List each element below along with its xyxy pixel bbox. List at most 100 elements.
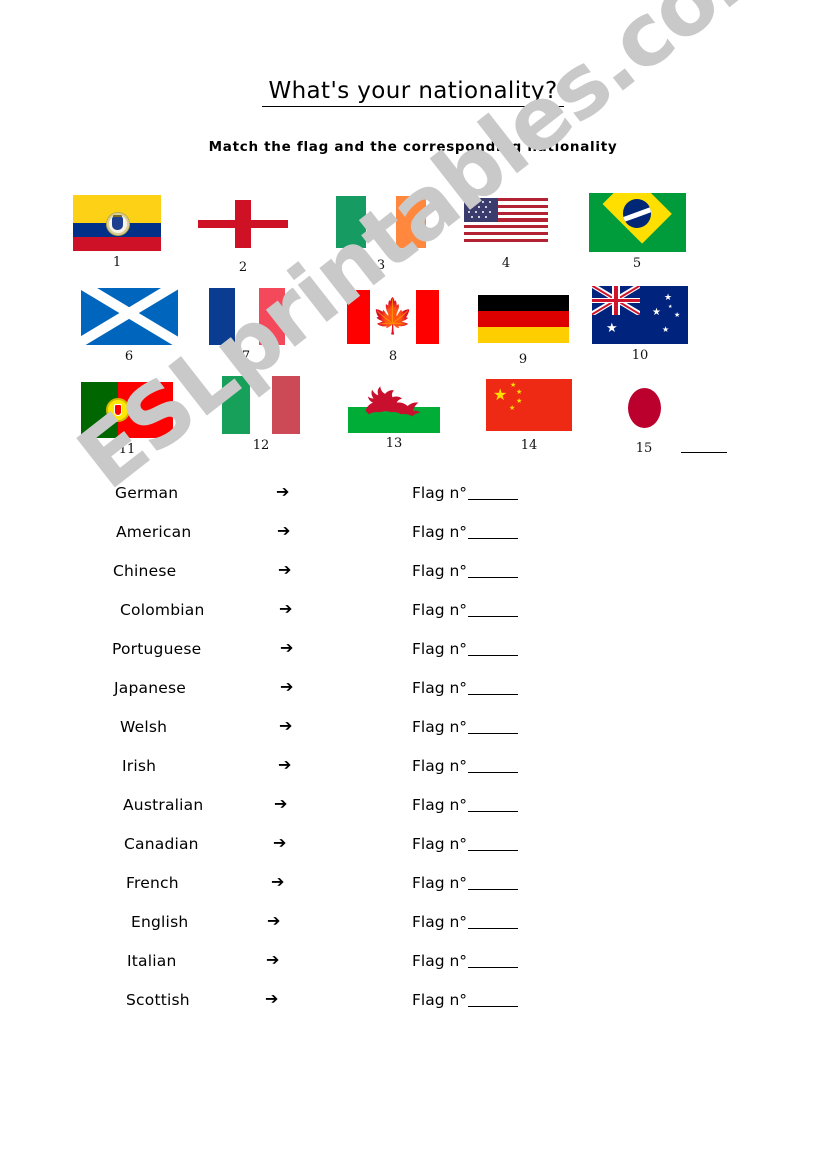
flag-item-8[interactable]: 🍁 8: [346, 290, 440, 366]
answer-slot-american[interactable]: Flag n°: [412, 523, 519, 541]
answer-slot-chinese[interactable]: Flag n°: [412, 562, 519, 580]
nationality-label-irish: Irish: [122, 757, 157, 775]
flag-wales-icon: [348, 375, 440, 433]
arrow-icon: ➔: [278, 560, 292, 579]
answer-slot-italian[interactable]: Flag n°: [412, 952, 519, 970]
answer-slot-portuguese[interactable]: Flag n°: [412, 640, 519, 658]
flag-no-label: Flag n°: [412, 952, 468, 970]
nationality-label-colombian: Colombian: [120, 601, 205, 619]
list-item[interactable]: Australian ➔ Flag n°: [0, 790, 826, 829]
arrow-icon: ➔: [279, 599, 293, 618]
answer-blank[interactable]: [468, 772, 519, 773]
flag-brazil-icon: [588, 193, 686, 252]
stray-answer-line: [681, 452, 727, 453]
answer-blank[interactable]: [468, 811, 519, 812]
nationality-label-chinese: Chinese: [113, 562, 177, 580]
list-item[interactable]: Portuguese ➔ Flag n°: [0, 634, 826, 673]
nationality-label-italian: Italian: [127, 952, 177, 970]
arrow-icon: ➔: [278, 755, 292, 774]
flag-number-1: 1: [112, 255, 122, 270]
answer-blank[interactable]: [468, 577, 519, 578]
flag-canada-icon: 🍁: [347, 290, 439, 344]
answer-blank[interactable]: [468, 616, 519, 617]
answer-slot-scottish[interactable]: Flag n°: [412, 991, 519, 1009]
list-item[interactable]: German ➔ Flag n°: [0, 478, 826, 517]
answer-slot-french[interactable]: Flag n°: [412, 874, 519, 892]
flag-item-1[interactable]: 1: [72, 195, 162, 272]
answer-blank[interactable]: [468, 850, 519, 851]
welsh-dragon-icon: [365, 386, 421, 416]
flag-italy-icon: [220, 376, 302, 434]
instruction-text: Match the flag and the corresponding nat…: [208, 139, 618, 155]
arrow-icon: ➔: [279, 716, 293, 735]
flag-item-11[interactable]: 11: [80, 382, 174, 459]
nationality-label-american: American: [116, 523, 192, 541]
flag-germany-icon: [477, 295, 569, 343]
answer-blank[interactable]: [468, 655, 519, 656]
list-item[interactable]: Japanese ➔ Flag n°: [0, 673, 826, 712]
answer-slot-japanese[interactable]: Flag n°: [412, 679, 519, 697]
flag-item-5[interactable]: 5: [588, 193, 686, 273]
answer-blank[interactable]: [468, 967, 519, 968]
flag-colombia-icon: [73, 195, 161, 251]
nationality-label-scottish: Scottish: [126, 991, 190, 1009]
flag-number-9: 9: [518, 352, 528, 367]
list-item[interactable]: Chinese ➔ Flag n°: [0, 556, 826, 595]
nationality-label-german: German: [115, 484, 179, 502]
flag-item-12[interactable]: 12: [220, 376, 302, 455]
list-item[interactable]: Colombian ➔ Flag n°: [0, 595, 826, 634]
flag-item-10[interactable]: ★ ★ ★ ★ ★ ★ 10: [592, 286, 688, 365]
flag-no-label: Flag n°: [412, 991, 468, 1009]
flag-number-7: 7: [241, 349, 251, 364]
answer-slot-welsh[interactable]: Flag n°: [412, 718, 519, 736]
flag-item-6[interactable]: 6: [80, 288, 178, 366]
list-item[interactable]: English ➔ Flag n°: [0, 907, 826, 946]
flag-number-2: 2: [238, 260, 248, 275]
answer-blank[interactable]: [468, 733, 519, 734]
answer-slot-canadian[interactable]: Flag n°: [412, 835, 519, 853]
answer-blank[interactable]: [468, 1006, 519, 1007]
flag-item-7[interactable]: 7: [206, 288, 286, 366]
flag-number-6: 6: [124, 349, 134, 364]
answer-slot-english[interactable]: Flag n°: [412, 913, 519, 931]
nationality-label-japanese: Japanese: [114, 679, 186, 697]
flag-no-label: Flag n°: [412, 835, 468, 853]
flag-no-label: Flag n°: [412, 679, 468, 697]
flag-item-3[interactable]: 3: [334, 196, 428, 275]
flag-item-4[interactable]: 4: [463, 198, 549, 273]
answer-slot-german[interactable]: Flag n°: [412, 484, 519, 502]
list-item[interactable]: American ➔ Flag n°: [0, 517, 826, 556]
nationality-label-french: French: [126, 874, 179, 892]
flag-item-13[interactable]: 13: [348, 375, 440, 453]
flag-item-15[interactable]: 15: [600, 382, 688, 458]
flag-item-9[interactable]: 9: [477, 295, 569, 369]
flag-number-5: 5: [632, 256, 642, 271]
answer-slot-australian[interactable]: Flag n°: [412, 796, 519, 814]
flag-item-14[interactable]: ★ ★ ★ ★ ★ 14: [485, 379, 573, 455]
list-item[interactable]: Welsh ➔ Flag n°: [0, 712, 826, 751]
answer-slot-colombian[interactable]: Flag n°: [412, 601, 519, 619]
page-title-text: What's your nationality?: [262, 78, 564, 107]
list-item[interactable]: Canadian ➔ Flag n°: [0, 829, 826, 868]
flag-china-icon: ★ ★ ★ ★ ★: [486, 379, 572, 431]
answer-blank[interactable]: [468, 889, 519, 890]
flag-no-label: Flag n°: [412, 562, 468, 580]
flag-no-label: Flag n°: [412, 757, 468, 775]
flag-australia-icon: ★ ★ ★ ★ ★ ★: [592, 286, 688, 344]
flag-item-2[interactable]: 2: [198, 200, 288, 277]
answer-blank[interactable]: [468, 499, 519, 500]
answer-blank[interactable]: [468, 538, 519, 539]
answer-blank[interactable]: [468, 928, 519, 929]
flag-number-3: 3: [376, 258, 386, 273]
flag-no-label: Flag n°: [412, 640, 468, 658]
arrow-icon: ➔: [280, 677, 294, 696]
arrow-icon: ➔: [273, 833, 287, 852]
answer-slot-irish[interactable]: Flag n°: [412, 757, 519, 775]
list-item[interactable]: Italian ➔ Flag n°: [0, 946, 826, 985]
list-item[interactable]: Irish ➔ Flag n°: [0, 751, 826, 790]
list-item[interactable]: French ➔ Flag n°: [0, 868, 826, 907]
arrow-icon: ➔: [277, 521, 291, 540]
list-item[interactable]: Scottish ➔ Flag n°: [0, 985, 826, 1024]
answer-blank[interactable]: [468, 694, 519, 695]
flag-number-8: 8: [388, 349, 398, 364]
